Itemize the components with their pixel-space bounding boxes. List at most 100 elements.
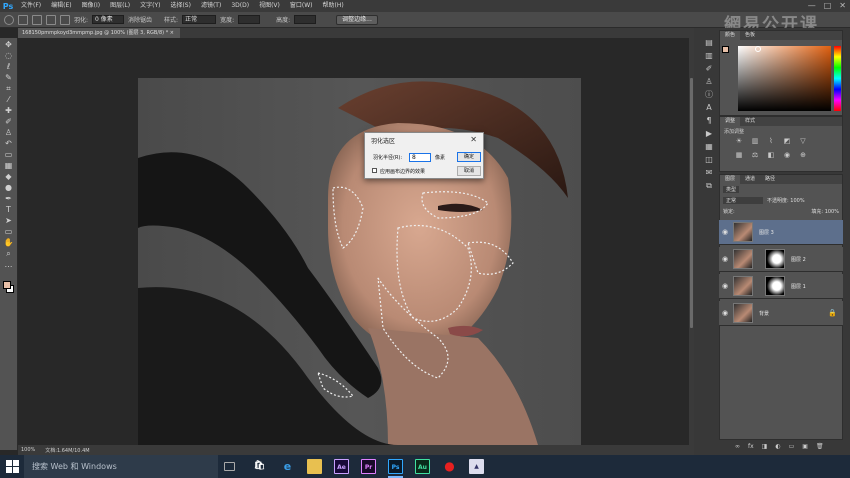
file-explorer-icon[interactable] xyxy=(307,459,322,474)
panel-foreground-swatch[interactable] xyxy=(722,46,729,53)
history-panel-icon[interactable]: ▤ xyxy=(704,38,714,48)
color-picker-cursor[interactable] xyxy=(755,46,761,52)
visibility-eye-icon[interactable]: ◉ xyxy=(722,255,728,263)
visibility-eye-icon[interactable]: ◉ xyxy=(722,282,728,290)
navigator-panel-icon[interactable]: ◫ xyxy=(704,155,714,165)
vibrance-icon[interactable]: ▽ xyxy=(798,136,808,146)
photos-app-icon[interactable]: ▲ xyxy=(469,459,484,474)
layer-style-icon[interactable]: fx xyxy=(748,443,754,450)
layer-name[interactable]: 图层 2 xyxy=(791,256,806,263)
swatches-panel-icon[interactable]: ▦ xyxy=(704,142,714,152)
photo-filter-icon[interactable]: ◉ xyxy=(782,150,792,160)
type-tool-icon[interactable]: T xyxy=(3,205,15,215)
paragraph-panel-icon[interactable]: ¶ xyxy=(704,116,714,126)
layer-name[interactable]: 图层 1 xyxy=(791,283,806,290)
style-select[interactable]: 正常 xyxy=(182,15,217,24)
black-white-icon[interactable]: ◧ xyxy=(766,150,776,160)
premiere-icon[interactable]: Pr xyxy=(361,459,376,474)
tab-color[interactable]: 颜色 xyxy=(720,31,741,40)
menu-filter[interactable]: 滤镜(T) xyxy=(196,0,226,12)
tab-styles[interactable]: 样式 xyxy=(740,117,760,126)
layer-row-3[interactable]: ◉ 图层 3 xyxy=(719,220,843,245)
intersect-selection-icon[interactable] xyxy=(60,14,70,25)
tab-paths[interactable]: 路径 xyxy=(760,175,780,184)
feather-radius-input[interactable]: 8 xyxy=(409,153,431,162)
after-effects-icon[interactable]: Ae xyxy=(334,459,349,474)
levels-icon[interactable]: ▥ xyxy=(750,136,760,146)
menu-layer[interactable]: 图层(L) xyxy=(105,0,135,12)
document-info[interactable]: 文档:1.64M/10.4M xyxy=(45,447,89,454)
width-input[interactable] xyxy=(238,15,261,24)
brush-tool-icon[interactable]: ✐ xyxy=(3,117,15,127)
more-tools-icon[interactable]: … xyxy=(3,260,15,270)
eyedropper-tool-icon[interactable]: ⁄ xyxy=(3,95,15,105)
menu-image[interactable]: 图像(I) xyxy=(77,0,105,12)
task-view-icon[interactable] xyxy=(224,462,235,471)
zoom-tool-icon[interactable]: ⌕ xyxy=(3,249,15,259)
foreground-color-swatch[interactable] xyxy=(3,281,11,289)
photoshop-taskbar-icon[interactable]: Ps xyxy=(388,459,403,474)
new-layer-icon[interactable]: ▣ xyxy=(802,443,808,450)
stamp-tool-icon[interactable]: ♙ xyxy=(3,128,15,138)
visibility-eye-icon[interactable]: ◉ xyxy=(722,309,728,317)
portrait-photo[interactable] xyxy=(138,78,581,445)
layer-kind-filter[interactable]: 类型 xyxy=(723,186,740,193)
channel-mixer-icon[interactable]: ⊕ xyxy=(798,150,808,160)
tab-layers[interactable]: 图层 xyxy=(720,175,741,184)
menu-select[interactable]: 选择(S) xyxy=(165,0,196,12)
ok-button[interactable]: 确定 xyxy=(457,152,481,162)
marquee-tool-icon[interactable]: ◌ xyxy=(3,51,15,61)
link-layers-icon[interactable]: ∞ xyxy=(735,443,740,450)
tab-close-icon[interactable]: × xyxy=(170,30,174,36)
eraser-tool-icon[interactable]: ▭ xyxy=(3,150,15,160)
new-adjustment-icon[interactable]: ◐ xyxy=(775,443,780,450)
antialias-checkbox[interactable]: 消除锯齿 xyxy=(128,15,152,24)
color-balance-icon[interactable]: ⚖ xyxy=(750,150,760,160)
notes-panel-icon[interactable]: ✉ xyxy=(704,168,714,178)
menu-help[interactable]: 帮助(H) xyxy=(318,0,349,12)
move-tool-icon[interactable]: ✥ xyxy=(3,40,15,50)
menu-file[interactable]: 文件(F) xyxy=(16,0,46,12)
info-panel-icon[interactable]: ⓘ xyxy=(704,90,714,100)
zoom-level[interactable]: 100% xyxy=(21,447,35,453)
audition-icon[interactable]: Au xyxy=(415,459,430,474)
hue-slider[interactable] xyxy=(834,46,841,111)
new-group-icon[interactable]: ▭ xyxy=(789,443,795,450)
add-selection-icon[interactable] xyxy=(32,14,42,25)
feather-input[interactable]: 0 像素 xyxy=(92,15,125,24)
menu-view[interactable]: 视图(V) xyxy=(254,0,285,12)
tab-adjustments[interactable]: 调整 xyxy=(720,117,741,126)
properties-panel-icon[interactable]: ▥ xyxy=(704,51,714,61)
hue-sat-icon[interactable]: ▦ xyxy=(734,150,744,160)
fill-field[interactable]: 填充: 100% xyxy=(811,208,839,215)
path-select-tool-icon[interactable]: ➤ xyxy=(3,216,15,226)
scrollbar-thumb[interactable] xyxy=(690,78,693,328)
hand-tool-icon[interactable]: ✋ xyxy=(3,238,15,248)
subtract-selection-icon[interactable] xyxy=(46,14,56,25)
blend-mode-select[interactable]: 正常 xyxy=(723,197,763,204)
lasso-tool-icon[interactable]: ℓ xyxy=(3,62,15,72)
layer-mask-thumbnail[interactable] xyxy=(765,249,785,269)
layer-row-2[interactable]: ◉ 图层 2 xyxy=(719,247,843,272)
brightness-icon[interactable]: ☀ xyxy=(734,136,744,146)
elliptical-marquee-icon[interactable] xyxy=(4,14,14,25)
height-input[interactable] xyxy=(294,15,317,24)
exposure-icon[interactable]: ◩ xyxy=(782,136,792,146)
dodge-tool-icon[interactable]: ● xyxy=(3,183,15,193)
curves-icon[interactable]: ⌇ xyxy=(766,136,776,146)
maximize-button[interactable]: □ xyxy=(824,0,832,12)
layer-name[interactable]: 背景 xyxy=(759,310,769,317)
store-icon[interactable]: 🛍 xyxy=(252,459,267,474)
taskbar-search[interactable]: 搜索 Web 和 Windows xyxy=(24,455,218,478)
layer-row-1[interactable]: ◉ 图层 1 xyxy=(719,274,843,299)
blur-tool-icon[interactable]: ◆ xyxy=(3,172,15,182)
tab-channels[interactable]: 通道 xyxy=(740,175,760,184)
shape-tool-icon[interactable]: ▭ xyxy=(3,227,15,237)
recorder-icon[interactable]: ● xyxy=(442,459,457,474)
layer-comps-icon[interactable]: ⧉ xyxy=(704,181,714,191)
healing-tool-icon[interactable]: ✚ xyxy=(3,106,15,116)
dialog-close-icon[interactable]: ✕ xyxy=(470,135,477,144)
cancel-button[interactable]: 取消 xyxy=(457,166,481,176)
history-brush-tool-icon[interactable]: ↶ xyxy=(3,139,15,149)
new-selection-icon[interactable] xyxy=(18,14,28,25)
